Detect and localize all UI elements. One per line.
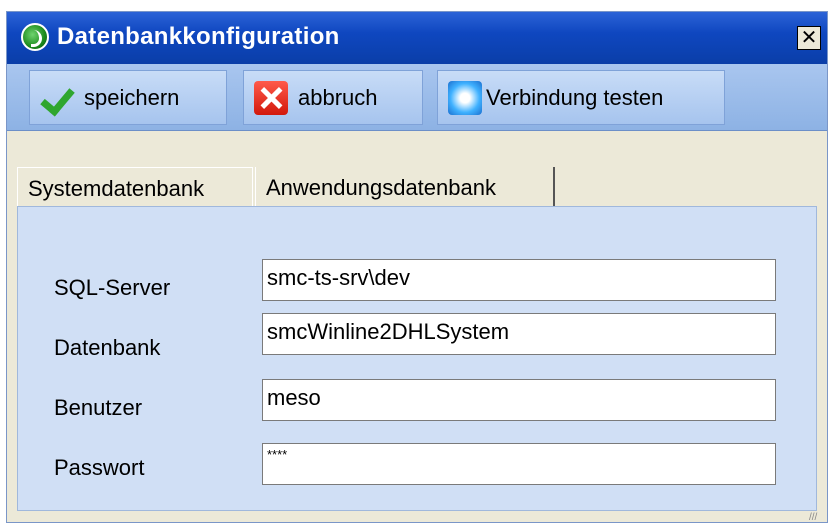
server-label: SQL-Server [54,275,171,300]
password-label: Passwort [54,455,145,480]
close-icon: ✕ [800,25,818,49]
test-connection-button[interactable]: Verbindung testen [437,70,725,125]
tab-systemdatenbank[interactable]: Systemdatenbank [17,167,253,207]
cancel-icon [254,80,288,115]
toolbar: speichern abbruch Verbindung testen [7,64,827,131]
user-input[interactable]: meso [262,379,776,421]
tab-anwendungsdatenbank[interactable]: Anwendungsdatenbank [255,167,555,207]
save-button[interactable]: speichern [29,70,227,125]
save-button-label: speichern [84,84,180,110]
test-connection-label: Verbindung testen [486,84,664,110]
user-label: Benutzer [54,395,143,420]
database-input[interactable]: smcWinline2DHLSystem [262,313,776,355]
cancel-button-label: abbruch [298,84,378,110]
database-label: Datenbank [54,335,161,360]
tab-panel: SQL-Server smc-ts-srv\dev Datenbank smcW… [17,206,817,511]
window-title: Datenbankkonfiguration [57,23,340,50]
tab-strip: Systemdatenbank Anwendungsdatenbank [17,167,817,207]
config-dialog: Datenbankkonfiguration ✕ speichern abbru… [6,11,828,523]
password-input[interactable]: **** [262,443,776,485]
cancel-button[interactable]: abbruch [243,70,423,125]
app-icon [21,23,49,51]
checkmark-icon [40,81,74,115]
title-bar[interactable]: Datenbankkonfiguration ✕ [7,12,827,64]
close-button[interactable]: ✕ [797,26,821,50]
sync-icon [448,80,482,115]
resize-grip[interactable]: /// [809,512,827,523]
server-input[interactable]: smc-ts-srv\dev [262,259,776,301]
